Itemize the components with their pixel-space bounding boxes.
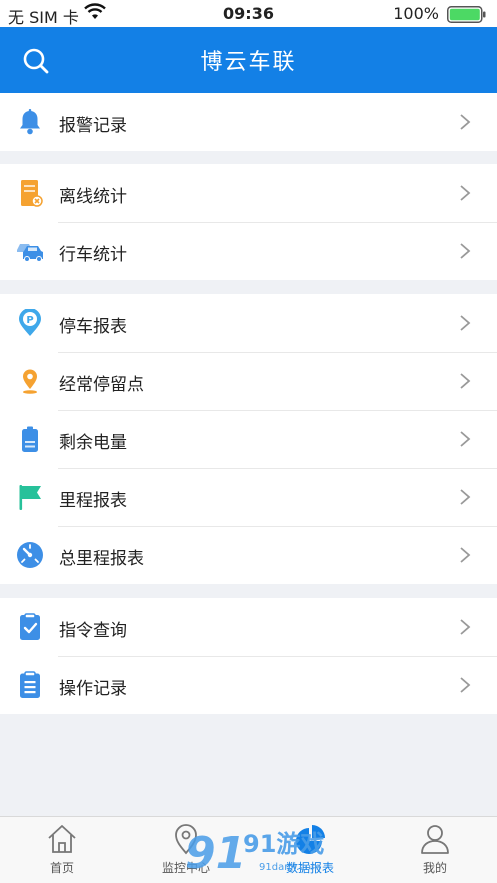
menu-item-offline-stats[interactable]: 离线统计: [0, 164, 497, 222]
menu-item-label: 操作记录: [59, 679, 127, 699]
chevron-right-icon: [460, 373, 471, 389]
menu-group-alarm: 报警记录: [0, 93, 497, 151]
menu-item-label: 停车报表: [59, 317, 127, 337]
pie-chart-icon: [296, 825, 325, 854]
menu-item-frequent-stops[interactable]: 经常停留点: [0, 352, 497, 410]
home-icon: [48, 825, 76, 853]
page-title: 博云车联: [200, 50, 297, 75]
status-bar: 无 SIM 卡 09:36 100%: [0, 0, 497, 27]
monitor-pin-icon: [175, 824, 197, 855]
menu-item-total-mileage-report[interactable]: 总里程报表: [0, 526, 497, 584]
parking-icon: P: [19, 309, 41, 336]
menu-item-alarm-records[interactable]: 报警记录: [0, 93, 497, 151]
tab-label: 监控中心: [161, 861, 210, 875]
menu-item-label: 总里程报表: [59, 549, 144, 569]
user-icon: [421, 825, 449, 854]
menu-item-label: 指令查询: [59, 621, 127, 641]
menu-item-remaining-battery[interactable]: 剩余电量: [0, 410, 497, 468]
offline-icon: [21, 180, 43, 207]
chevron-right-icon: [460, 185, 471, 201]
menu-item-label: 行车统计: [59, 245, 127, 265]
chevron-right-icon: [460, 315, 471, 331]
menu-item-label: 离线统计: [59, 187, 127, 207]
chevron-right-icon: [460, 489, 471, 505]
chevron-right-icon: [460, 619, 471, 635]
menu-group-reports: P 停车报表 经常停留点 剩余电量 里程报表 总里程报表: [0, 294, 497, 584]
tab-label: 我的: [422, 861, 447, 875]
command-check-icon: [20, 613, 40, 640]
bell-icon: [20, 109, 40, 135]
tab-label: 首页: [49, 861, 74, 875]
menu-item-label: 剩余电量: [59, 433, 127, 453]
menu-item-label: 经常停留点: [59, 375, 144, 395]
chevron-right-icon: [460, 677, 471, 693]
menu-item-command-query[interactable]: 指令查询: [0, 598, 497, 656]
tab-bar: 首页 监控中心 数据报表 我的: [0, 816, 497, 883]
location-pin-icon: [23, 369, 37, 394]
tab-profile[interactable]: 我的: [373, 817, 497, 883]
nav-bar: 博云车联: [0, 27, 497, 93]
menu-item-parking-report[interactable]: P 停车报表: [0, 294, 497, 352]
menu-item-label: 里程报表: [59, 491, 127, 511]
clipboard-icon: [20, 671, 40, 698]
tab-data-reports[interactable]: 数据报表: [248, 817, 372, 883]
menu-group-commands: 指令查询 操作记录: [0, 598, 497, 714]
battery-percentage: 100%: [393, 4, 439, 23]
battery-icon: [22, 426, 38, 452]
cars-icon: [17, 244, 43, 262]
chevron-right-icon: [460, 547, 471, 563]
speedometer-icon: [17, 542, 43, 568]
tab-home[interactable]: 首页: [0, 817, 124, 883]
svg-text:P: P: [26, 315, 33, 326]
menu-item-label: 报警记录: [59, 116, 127, 136]
tab-monitor[interactable]: 监控中心: [124, 817, 248, 883]
menu-item-driving-stats[interactable]: 行车统计: [0, 222, 497, 280]
menu-group-statistics: 离线统计 行车统计: [0, 164, 497, 280]
menu-item-operation-records[interactable]: 操作记录: [0, 656, 497, 714]
flag-icon: [19, 485, 41, 510]
chevron-right-icon: [460, 431, 471, 447]
battery-status-icon: [447, 6, 486, 23]
tab-label: 数据报表: [285, 861, 334, 875]
chevron-right-icon: [460, 243, 471, 259]
menu-item-mileage-report[interactable]: 里程报表: [0, 468, 497, 526]
chevron-right-icon: [460, 114, 471, 130]
